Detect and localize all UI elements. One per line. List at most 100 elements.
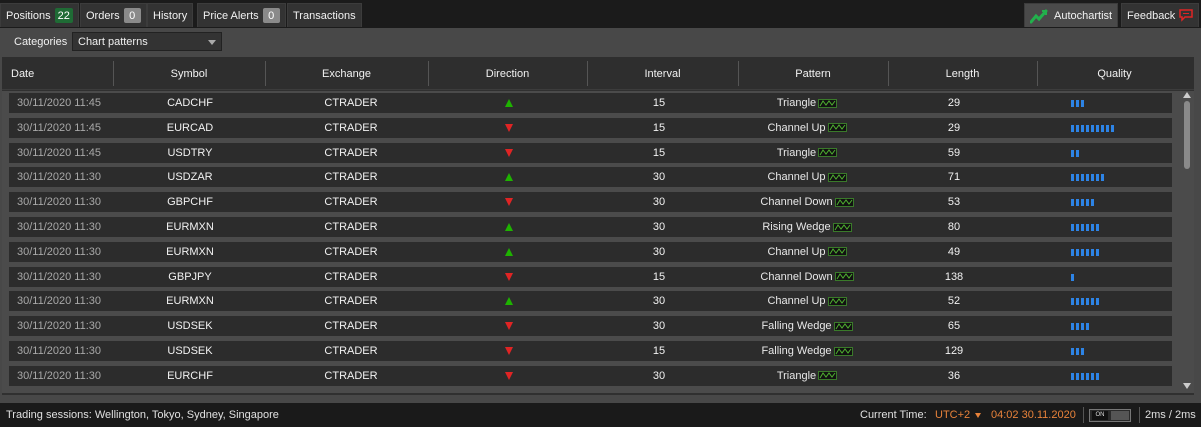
cell-date: 30/11/2020 11:30	[17, 295, 102, 308]
pattern-name: Falling Wedge	[761, 320, 832, 333]
table-row[interactable]: 30/11/2020 11:45 USDTRY CTRADER 15 59 Triangl…	[9, 142, 1172, 163]
column-header-direction[interactable]: Direction	[428, 57, 587, 90]
cell-exchange: CTRADER	[324, 221, 378, 233]
column-separator[interactable]	[1037, 61, 1038, 86]
column-header-length[interactable]: Length	[888, 57, 1037, 90]
cell-interval: 15	[652, 270, 666, 283]
column-header-pattern[interactable]: Pattern	[738, 57, 888, 90]
column-separator[interactable]	[888, 61, 889, 86]
scroll-up-icon[interactable]	[1183, 92, 1191, 98]
column-header-quality[interactable]: Quality	[1037, 57, 1192, 90]
pattern-thumbnail-icon[interactable]	[827, 172, 847, 182]
quality-bar	[1096, 124, 1099, 132]
column-separator[interactable]	[738, 61, 739, 86]
pattern-thumbnail-icon[interactable]	[834, 272, 854, 282]
tab-price-alerts[interactable]: Price Alerts 0	[197, 3, 286, 27]
cell-pattern: Channel Down	[760, 267, 854, 287]
pattern-thumbnail-icon[interactable]	[827, 247, 847, 257]
table-body: 30/11/2020 11:45 CADCHF CTRADER 15 29 Triangl…	[2, 91, 1194, 393]
cell-symbol: USDZAR	[167, 171, 213, 184]
tab-label: History	[153, 9, 188, 22]
scroll-down-icon[interactable]	[1183, 383, 1191, 389]
chevron-down-icon[interactable]	[975, 413, 981, 418]
pattern-thumbnail-icon[interactable]	[818, 98, 838, 108]
column-separator[interactable]	[265, 61, 266, 86]
pattern-thumbnail-icon[interactable]	[834, 197, 854, 207]
quality-bar	[1096, 224, 1099, 231]
column-header-interval[interactable]: Interval	[587, 57, 738, 90]
tab-label: Autochartist	[1054, 9, 1113, 22]
quality-bar	[1081, 323, 1084, 331]
quality-bar	[1071, 100, 1074, 107]
pattern-thumbnail-icon[interactable]	[827, 123, 847, 133]
table-row[interactable]: 30/11/2020 11:30 USDSEK CTRADER 30 65 Falling…	[9, 316, 1172, 337]
quality-bar	[1076, 298, 1079, 306]
categories-select[interactable]: Chart patterns	[72, 32, 222, 51]
cell-exchange: CTRADER	[324, 369, 378, 382]
table-row[interactable]: 30/11/2020 11:30 GBPCHF CTRADER 30 53 Channel…	[9, 192, 1172, 213]
pattern-thumbnail-icon[interactable]	[818, 371, 838, 381]
pattern-thumbnail-icon[interactable]	[833, 321, 853, 331]
pattern-name: Channel Up	[767, 295, 826, 308]
quality-bar	[1076, 174, 1079, 182]
pattern-name: Triangle	[776, 97, 817, 110]
quality-bar	[1086, 323, 1089, 331]
quality-bar	[1071, 124, 1074, 132]
column-separator[interactable]	[428, 61, 429, 86]
pattern-thumbnail-icon[interactable]	[832, 222, 852, 232]
cell-date: 30/11/2020 11:30	[17, 270, 102, 283]
categories-row: Categories Chart patterns	[0, 28, 1201, 55]
chevron-down-icon	[208, 40, 216, 45]
quality-bar	[1081, 348, 1084, 355]
cell-exchange: CTRADER	[324, 146, 378, 159]
table-row[interactable]: 30/11/2020 11:30 USDSEK CTRADER 15 129 Fallin…	[9, 341, 1172, 361]
table-row[interactable]: 30/11/2020 11:45 CADCHF CTRADER 15 29 Triangl…	[9, 93, 1172, 113]
column-separator[interactable]	[587, 61, 588, 86]
tab-transactions[interactable]: Transactions	[287, 3, 362, 27]
table-row[interactable]: 30/11/2020 11:30 USDZAR CTRADER 30 71 Channel…	[9, 167, 1172, 188]
tab-history[interactable]: History	[147, 3, 194, 27]
pattern-name: Channel Up	[767, 121, 826, 134]
pattern-thumbnail-icon[interactable]	[827, 296, 847, 306]
cell-interval: 30	[652, 369, 666, 382]
positions-count-badge: 22	[54, 8, 73, 23]
quality-bar	[1076, 372, 1079, 380]
latency-value: 2ms / 2ms	[1145, 409, 1196, 421]
column-header-exchange[interactable]: Exchange	[265, 57, 428, 90]
table-row[interactable]: 30/11/2020 11:45 EURCAD CTRADER 15 29 Channel…	[9, 117, 1172, 138]
table-row[interactable]: 30/11/2020 11:30 EURMXN CTRADER 30 49 Channel…	[9, 241, 1172, 262]
quality-bar	[1091, 298, 1094, 306]
tab-autochartist[interactable]: Autochartist	[1024, 3, 1119, 27]
cell-pattern: Triangle	[777, 366, 838, 386]
cell-exchange: CTRADER	[324, 345, 378, 357]
cell-date: 30/11/2020 11:30	[17, 171, 102, 184]
tab-feedback[interactable]: Feedback	[1121, 3, 1200, 27]
pattern-thumbnail-icon[interactable]	[833, 346, 853, 356]
column-header-symbol[interactable]: Symbol	[113, 57, 265, 90]
pattern-thumbnail-icon[interactable]	[818, 148, 838, 158]
table-row[interactable]: 30/11/2020 11:30 EURCHF CTRADER 30 36 Triangl…	[9, 365, 1172, 386]
table-row[interactable]: 30/11/2020 11:30 EURMXN CTRADER 30 80 Rising …	[9, 217, 1172, 237]
quality-bar	[1101, 174, 1104, 182]
cell-pattern: Channel Up	[767, 167, 847, 187]
column-header-date[interactable]: Date	[2, 57, 113, 90]
table-row[interactable]: 30/11/2020 11:30 GBPJPY CTRADER 15 138 Channe…	[9, 266, 1172, 287]
quality-bar	[1086, 248, 1089, 256]
cell-date: 30/11/2020 11:30	[17, 245, 102, 258]
tab-orders[interactable]: Orders 0	[80, 3, 147, 27]
cell-pattern: Channel Up	[767, 291, 847, 311]
column-separator[interactable]	[113, 61, 114, 86]
arrow-down-icon	[505, 371, 513, 380]
connection-toggle[interactable]: ON	[1089, 409, 1131, 422]
quality-bar	[1071, 248, 1074, 256]
scrollbar-thumb[interactable]	[1184, 101, 1190, 169]
tab-positions[interactable]: Positions 22	[0, 3, 79, 27]
timezone-selector[interactable]: UTC+2	[935, 409, 970, 421]
quality-bar	[1081, 298, 1084, 306]
table-row[interactable]: 30/11/2020 11:30 EURMXN CTRADER 30 52 Channel…	[9, 291, 1172, 312]
cell-length: 36	[947, 369, 961, 382]
vertical-scrollbar[interactable]	[1182, 91, 1192, 393]
toggle-knob	[1111, 411, 1129, 420]
quality-bar	[1096, 174, 1099, 182]
quality-bar	[1091, 199, 1094, 207]
